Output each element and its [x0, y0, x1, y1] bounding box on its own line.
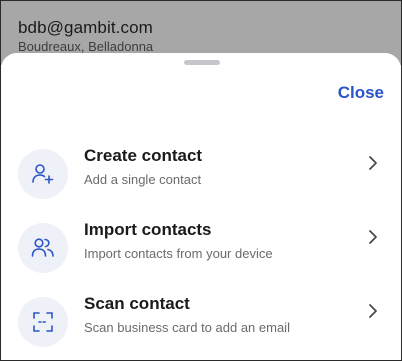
create-contact-title: Create contact: [84, 146, 203, 165]
import-contacts-item[interactable]: Import contacts Import contacts from you…: [1, 213, 401, 285]
create-contact-item[interactable]: Create contact Add a single contact: [1, 139, 401, 211]
scan-contact-item[interactable]: Scan contact Scan business card to add a…: [1, 287, 401, 359]
import-contacts-subtitle: Import contacts from your device: [84, 246, 273, 261]
scan-contact-subtitle: Scan business card to add an email: [84, 320, 290, 335]
import-people-icon: [18, 223, 68, 273]
chevron-right-icon: [369, 304, 377, 318]
sheet-grabber-handle[interactable]: [184, 60, 220, 65]
chevron-right-icon: [369, 156, 377, 170]
close-button[interactable]: Close: [338, 83, 384, 103]
bottom-sheet: Close Create contact Add a single contac…: [1, 53, 401, 360]
account-email: bdb@gambit.com: [18, 18, 153, 37]
create-contact-subtitle: Add a single contact: [84, 172, 202, 187]
add-person-icon: [18, 149, 68, 199]
scan-contact-title: Scan contact: [84, 294, 190, 313]
account-name: Boudreaux, Belladonna: [18, 39, 154, 54]
scan-frame-icon: [18, 297, 68, 347]
chevron-right-icon: [369, 230, 377, 244]
import-contacts-title: Import contacts: [84, 220, 212, 239]
